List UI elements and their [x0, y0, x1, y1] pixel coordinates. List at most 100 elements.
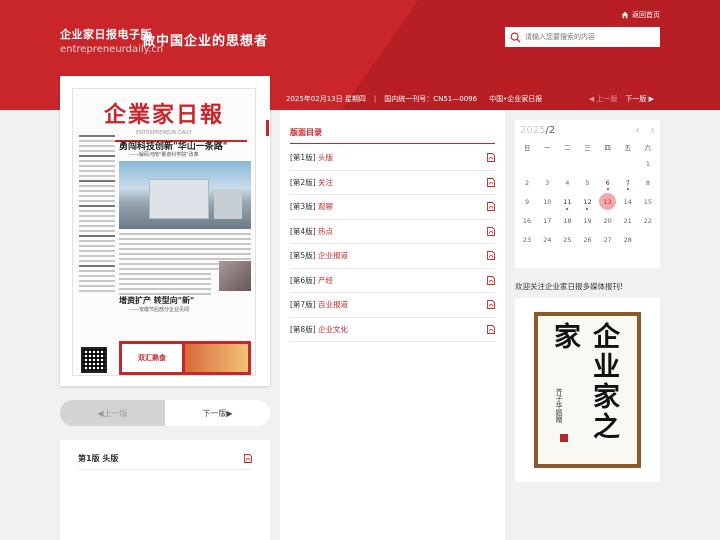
layout-item-number: [第4版]: [290, 226, 316, 236]
news-photo-2: [219, 261, 251, 291]
info-bar: 2025年02月13日 星期四 | 国内统一刊号：CN51—0096 中国•企业…: [280, 88, 660, 110]
issue-date: 2025年02月13日 星期四: [286, 95, 366, 103]
calendar-header: 2025/2 ‹ ›: [515, 120, 660, 140]
next-page-button[interactable]: 下一版 ▶: [165, 400, 270, 426]
weekday-label: 五: [624, 144, 632, 152]
calendar-day[interactable]: 7: [618, 173, 638, 192]
headline-2[interactable]: 增资扩产 转型向"新": [119, 295, 194, 306]
search-input[interactable]: [525, 33, 650, 41]
calendar-day: 25: [563, 236, 572, 245]
calendar-day-selected[interactable]: 13: [599, 193, 617, 211]
layout-item-name[interactable]: 头版: [318, 152, 487, 163]
layout-item[interactable]: [第2版] 关注: [290, 171, 495, 195]
weekday-label: 日: [523, 144, 531, 152]
layout-item-name[interactable]: 企业文化: [318, 324, 487, 335]
pdf-icon[interactable]: [244, 454, 252, 463]
calendar-day: 16: [522, 217, 532, 226]
calendar-day: 8: [645, 178, 650, 187]
calendar-day: 23: [522, 236, 532, 245]
masthead: 企業家日報: [103, 102, 224, 128]
layout-item-number: [第8版]: [290, 324, 316, 334]
calendar-day: 2: [525, 178, 530, 187]
calendar-day: 26: [583, 236, 592, 245]
layout-item-name[interactable]: 观察: [318, 201, 487, 212]
calendar-day: 17: [543, 217, 552, 226]
top-prev-page[interactable]: ◀ 上一版: [589, 94, 618, 104]
pdf-icon[interactable]: [487, 226, 495, 236]
calendar-day[interactable]: 12: [577, 192, 597, 211]
pdf-icon[interactable]: [487, 177, 495, 187]
source: 中国•企业家日报: [489, 95, 543, 103]
empty-day: [557, 154, 577, 173]
layout-item[interactable]: [第3版] 观察: [290, 195, 495, 220]
calligraphy-signature: 齐子华题赠: [555, 388, 563, 423]
newspaper-page-image[interactable]: 企業家日報 ENTREPRENEUR DAILY 勇闯科技创新"华山一条路" —…: [72, 88, 256, 376]
home-link[interactable]: 返回首页: [621, 10, 660, 20]
current-page-card: 第1版 头版: [60, 440, 270, 540]
layout-item-number: [第5版]: [290, 251, 316, 261]
issue-calendar: 2025/2 ‹ › 日一二三四五六 1 2 3 4 5 6 7 8 9 10 11 12 13 14 15 1…: [515, 120, 660, 268]
title-rule: [290, 143, 495, 144]
home-icon: [621, 11, 629, 19]
calendar-grid: 日一二三四五六 1 2 3 4 5 6 7 8 9 10 11 12 13 14 15 16 17 18 19 20 21…: [515, 140, 660, 250]
pdf-icon[interactable]: [487, 300, 495, 310]
layout-item[interactable]: [第7版] 百业报道: [290, 293, 495, 318]
ad-image: [185, 344, 248, 372]
search-icon[interactable]: [505, 27, 525, 47]
weekday-label: 一: [543, 144, 551, 152]
layout-item-name[interactable]: 产经: [318, 275, 487, 286]
current-page-row[interactable]: 第1版 头版: [78, 448, 252, 470]
search-box: [505, 27, 660, 47]
next-month-icon[interactable]: ›: [650, 123, 655, 137]
calendar-day: 9: [525, 197, 530, 206]
layout-item-name[interactable]: 热点: [318, 226, 487, 237]
layout-item[interactable]: [第6版] 产经: [290, 269, 495, 293]
prev-page-button[interactable]: ◀ 上一版: [60, 400, 165, 426]
pdf-icon[interactable]: [487, 202, 495, 212]
calendar-year: 2025: [520, 124, 546, 136]
prev-month-icon[interactable]: ‹: [635, 123, 640, 137]
empty-day: [618, 154, 638, 173]
subhead-2: ——安徽节后部分企业见闻: [129, 307, 190, 313]
weekday-label: 六: [644, 144, 652, 152]
promo-text: 欢迎关注企业家日报多媒体报刊!: [515, 282, 624, 291]
pdf-icon[interactable]: [487, 251, 495, 261]
active-marker: [266, 120, 269, 136]
subhead-1: ——解码河南"量谱科学院"改革: [129, 152, 199, 158]
news-photo-building: [119, 161, 251, 229]
layout-item-number: [第2版]: [290, 177, 316, 187]
weekday-label: 三: [584, 144, 591, 152]
layout-item[interactable]: [第4版] 热点: [290, 220, 495, 244]
left-column: [79, 135, 115, 295]
calendar-day[interactable]: 6: [598, 173, 618, 192]
divider: |: [373, 95, 377, 103]
calendar-day: 3: [545, 178, 550, 187]
layout-item[interactable]: [第8版] 企业文化: [290, 318, 495, 342]
calendar-day: 15: [643, 197, 653, 206]
promo-card: 企业家之家 齐子华题赠: [515, 298, 660, 482]
weekday-label: 二: [564, 144, 571, 152]
directory-title: 版面目录: [290, 128, 322, 137]
top-pager: ◀ 上一版 下一版 ▶: [589, 94, 660, 104]
calendar-day[interactable]: 11: [557, 192, 577, 211]
calendar-day: 18: [563, 217, 572, 226]
calendar-day: 1: [645, 159, 650, 168]
layout-item-number: [第7版]: [290, 300, 316, 310]
top-next-page[interactable]: 下一版 ▶: [625, 94, 654, 104]
calendar-day: 21: [623, 217, 632, 226]
empty-day: [537, 154, 557, 173]
calligraphy-scroll[interactable]: 企业家之家 齐子华题赠: [534, 312, 641, 468]
qr-code: [81, 347, 107, 373]
pdf-icon[interactable]: [487, 153, 495, 163]
pdf-icon[interactable]: [487, 275, 495, 285]
layout-item-name[interactable]: 百业报道: [318, 299, 487, 310]
layout-item[interactable]: [第1版] 头版: [290, 146, 495, 171]
pdf-icon[interactable]: [487, 324, 495, 334]
calendar-day: 20: [603, 217, 612, 226]
layout-item-number: [第6版]: [290, 275, 316, 285]
layout-item[interactable]: [第5版] 企业报道: [290, 244, 495, 269]
layout-item-name[interactable]: 企业报道: [318, 250, 487, 261]
layout-item-name[interactable]: 关注: [318, 177, 487, 188]
home-link-label: 返回首页: [632, 11, 660, 19]
ad-brand: 双汇熟食: [122, 344, 182, 372]
